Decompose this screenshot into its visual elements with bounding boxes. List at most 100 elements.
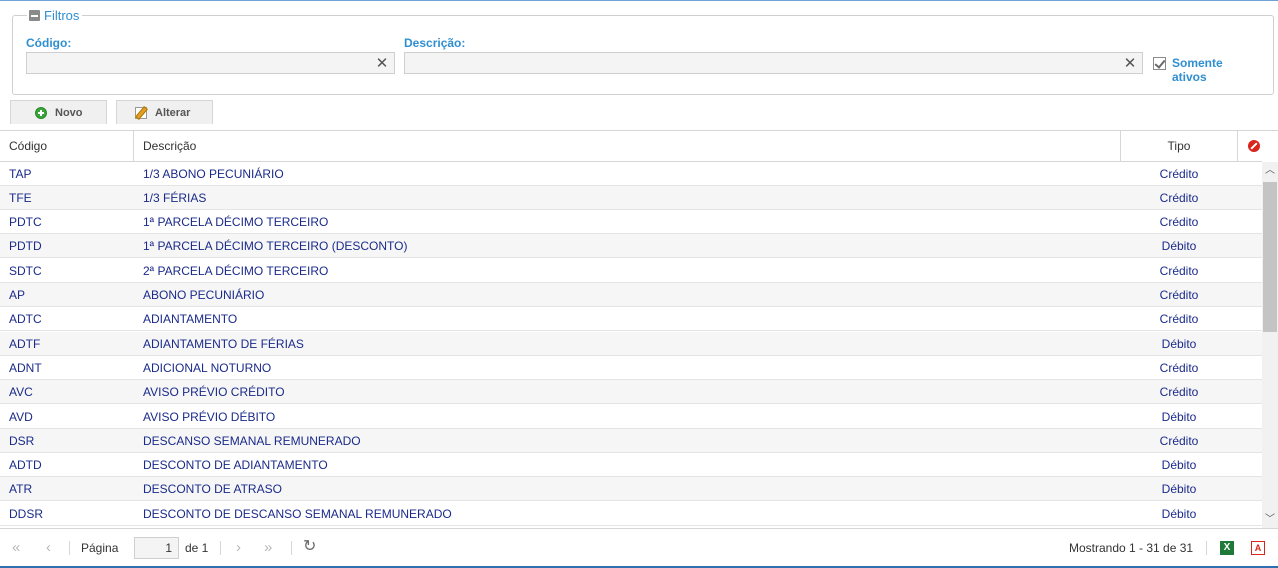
last-page-icon[interactable]: » — [264, 540, 272, 555]
cell-tipo: Crédito — [1159, 167, 1199, 181]
cell-descricao: AVISO PRÉVIO DÉBITO — [143, 410, 276, 424]
table-row[interactable]: ADNT ADICIONAL NOTURNO Crédito — [0, 356, 1262, 380]
table-row[interactable]: ADTC ADIANTAMENTO Crédito — [0, 307, 1262, 331]
checkbox-checked-icon[interactable] — [1153, 57, 1166, 70]
top-border — [0, 0, 1278, 1]
pager-divider — [1206, 541, 1207, 555]
add-icon — [35, 106, 47, 119]
column-header-descricao[interactable]: Descrição — [143, 131, 196, 161]
scroll-thumb[interactable] — [1263, 182, 1277, 332]
cell-descricao: 1/3 ABONO PECUNIÁRIO — [143, 167, 284, 181]
column-header-tipo[interactable]: Tipo — [1121, 131, 1237, 161]
cell-codigo: AP — [9, 288, 26, 302]
refresh-icon[interactable]: ↻ — [303, 539, 316, 555]
edit-icon — [135, 106, 147, 119]
cell-descricao: ADIANTAMENTO — [143, 312, 238, 326]
descricao-label: Descrição: — [404, 36, 466, 50]
cell-descricao: DESCONTO DE ADIANTAMENTO — [143, 458, 328, 472]
cell-tipo: Débito — [1161, 458, 1197, 472]
table-row[interactable]: DDSR DESCONTO DE DESCANSO SEMANAL REMUNER… — [0, 502, 1262, 526]
cell-codigo: TAP — [9, 167, 32, 181]
page-number-input[interactable] — [134, 537, 179, 559]
cell-tipo: Débito — [1161, 410, 1197, 424]
cell-codigo: SDTC — [9, 264, 42, 278]
descricao-clear-icon[interactable]: ✕ — [1120, 53, 1140, 73]
cell-codigo: ADTD — [9, 458, 42, 472]
cell-codigo: DSR — [9, 434, 35, 448]
cell-tipo: Débito — [1161, 507, 1197, 521]
cell-descricao: ADIANTAMENTO DE FÉRIAS — [143, 337, 304, 351]
column-divider[interactable] — [133, 131, 134, 161]
inactive-filter-icon[interactable] — [1248, 140, 1260, 152]
table-row[interactable]: AVD AVISO PRÉVIO DÉBITO Débito — [0, 405, 1262, 429]
novo-button[interactable]: Novo — [10, 100, 107, 124]
cell-tipo: Crédito — [1159, 264, 1199, 278]
grid-body: TAP 1/3 ABONO PECUNIÁRIO Crédito TFE 1/3 FÉ… — [0, 162, 1262, 529]
pager-divider — [69, 541, 70, 555]
table-row[interactable]: PDTC 1ª PARCELA DÉCIMO TERCEIRO Crédito — [0, 210, 1262, 234]
cell-tipo: Débito — [1161, 239, 1197, 253]
table-row[interactable]: TAP 1/3 ABONO PECUNIÁRIO Crédito — [0, 162, 1262, 186]
pagina-label: Página — [81, 541, 119, 555]
table-row[interactable]: SDTC 2ª PARCELA DÉCIMO TERCEIRO Crédito — [0, 259, 1262, 283]
cell-descricao: 1/3 FÉRIAS — [143, 191, 207, 205]
table-row[interactable]: PDTD 1ª PARCELA DÉCIMO TERCEIRO (DESCONTO… — [0, 234, 1262, 258]
cell-codigo: TFE — [9, 191, 32, 205]
cell-codigo: PDTD — [9, 239, 42, 253]
codigo-clear-icon[interactable]: ✕ — [372, 53, 392, 73]
cell-descricao: DESCONTO DE DESCANSO SEMANAL REMUNERADO — [143, 507, 452, 521]
table-row[interactable]: ATR DESCONTO DE ATRASO Débito — [0, 477, 1262, 501]
column-header-codigo[interactable]: Código — [9, 131, 47, 161]
pdf-export-icon[interactable]: A — [1251, 541, 1265, 555]
table-row[interactable]: TFE 1/3 FÉRIAS Crédito — [0, 186, 1262, 210]
excel-export-icon[interactable]: X — [1220, 541, 1234, 555]
column-divider[interactable] — [1237, 131, 1238, 161]
cell-descricao: DESCONTO DE ATRASO — [143, 482, 282, 496]
alterar-button[interactable]: Alterar — [116, 100, 213, 124]
table-row[interactable]: DSR DESCANSO SEMANAL REMUNERADO Crédito — [0, 429, 1262, 453]
cell-descricao: DESCANSO SEMANAL REMUNERADO — [143, 434, 361, 448]
pager-divider — [291, 541, 292, 555]
first-page-icon[interactable]: « — [12, 540, 20, 555]
scroll-up-icon[interactable]: ︿ — [1265, 166, 1275, 176]
cell-descricao: 2ª PARCELA DÉCIMO TERCEIRO — [143, 264, 329, 278]
cell-codigo: AVC — [9, 385, 33, 399]
cell-descricao: 1ª PARCELA DÉCIMO TERCEIRO (DESCONTO) — [143, 239, 408, 253]
pager-divider — [220, 541, 221, 555]
cell-codigo: ADNT — [9, 361, 42, 375]
cell-tipo: Crédito — [1159, 215, 1199, 229]
filters-panel: Filtros Código: ✕ Descrição: ✕ Somente a… — [12, 7, 1274, 95]
grid-header: Código Descrição Tipo — [0, 131, 1262, 162]
cell-tipo: Crédito — [1159, 434, 1199, 448]
next-page-icon[interactable]: › — [236, 540, 241, 555]
cell-codigo: PDTC — [9, 215, 42, 229]
prev-page-icon[interactable]: ‹ — [46, 540, 51, 555]
cell-codigo: ADTF — [9, 337, 41, 351]
descricao-input[interactable] — [404, 52, 1143, 74]
cell-tipo: Crédito — [1159, 191, 1199, 205]
cell-codigo: ADTC — [9, 312, 42, 326]
codigo-input[interactable] — [26, 52, 395, 74]
pager: « ‹ Página de 1 › » ↻ Mostrando 1 - 31 d… — [0, 528, 1278, 566]
cell-tipo: Crédito — [1159, 312, 1199, 326]
cell-tipo: Crédito — [1159, 288, 1199, 302]
somente-ativos-label[interactable]: Somente ativos — [1172, 56, 1232, 84]
vertical-scrollbar[interactable]: ︿ ﹀ — [1262, 162, 1278, 529]
cell-codigo: AVD — [9, 410, 33, 424]
scroll-down-icon[interactable]: ﹀ — [1265, 515, 1275, 525]
novo-button-label: Novo — [55, 106, 83, 119]
table-row[interactable]: AP ABONO PECUNIÁRIO Crédito — [0, 283, 1262, 307]
cell-descricao: 1ª PARCELA DÉCIMO TERCEIRO — [143, 215, 329, 229]
filters-title: Filtros — [44, 7, 80, 23]
table-row[interactable]: AVC AVISO PRÉVIO CRÉDITO Crédito — [0, 380, 1262, 404]
codigo-label: Código: — [26, 36, 72, 50]
filters-legend[interactable]: Filtros — [27, 7, 83, 23]
cell-descricao: ABONO PECUNIÁRIO — [143, 288, 265, 302]
table-row[interactable]: ADTF ADIANTAMENTO DE FÉRIAS Débito — [0, 332, 1262, 356]
somente-ativos-checkbox[interactable]: Somente ativos — [1153, 56, 1232, 84]
cell-tipo: Débito — [1161, 482, 1197, 496]
collapse-icon[interactable] — [29, 9, 40, 21]
table-row[interactable]: ADTD DESCONTO DE ADIANTAMENTO Débito — [0, 453, 1262, 477]
alterar-button-label: Alterar — [155, 106, 191, 119]
cell-descricao: AVISO PRÉVIO CRÉDITO — [143, 385, 285, 399]
